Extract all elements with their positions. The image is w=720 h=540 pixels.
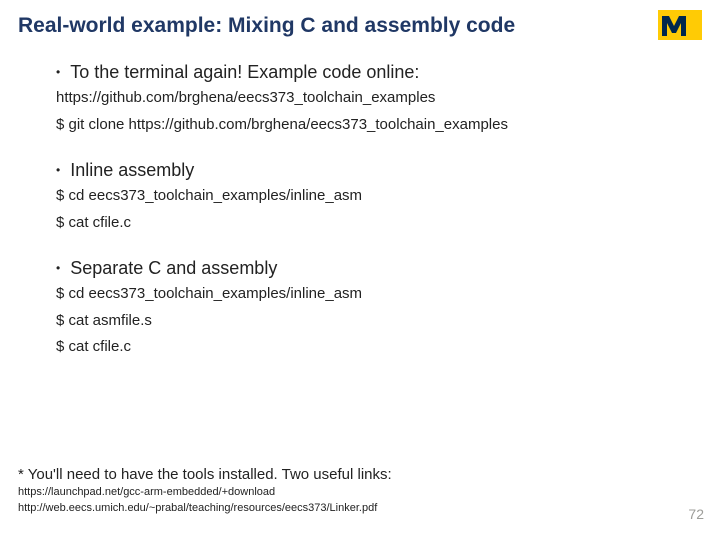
bullet-text: Inline assembly — [70, 160, 194, 181]
list-item: • Separate C and assembly $ cd eecs373_t… — [40, 258, 690, 359]
bullet-list: • To the terminal again! Example code on… — [40, 62, 690, 359]
footnote-text: * You'll need to have the tools installe… — [18, 466, 392, 483]
list-item: • Inline assembly $ cd eecs373_toolchain… — [40, 160, 690, 234]
sub-line: $ cat cfile.c — [56, 212, 690, 235]
footnote-link: https://launchpad.net/gcc-arm-embedded/+… — [18, 485, 392, 500]
sub-line: $ cd eecs373_toolchain_examples/inline_a… — [56, 283, 690, 306]
sub-line: $ cat cfile.c — [56, 336, 690, 359]
footnote: * You'll need to have the tools installe… — [18, 466, 392, 516]
slide: Real-world example: Mixing C and assembl… — [0, 0, 720, 540]
bullet-text: Separate C and assembly — [70, 258, 277, 279]
slide-title: Real-world example: Mixing C and assembl… — [18, 14, 515, 38]
list-item: • To the terminal again! Example code on… — [40, 62, 690, 136]
bullet-icon: • — [56, 262, 60, 274]
bullet-icon: • — [56, 66, 60, 78]
footnote-link: http://web.eecs.umich.edu/~prabal/teachi… — [18, 501, 392, 516]
content-area: • To the terminal again! Example code on… — [40, 62, 690, 383]
page-number: 72 — [688, 506, 704, 522]
bullet-row: • Separate C and assembly — [56, 258, 690, 279]
sub-line: $ cd eecs373_toolchain_examples/inline_a… — [56, 185, 690, 208]
sub-line: https://github.com/brghena/eecs373_toolc… — [56, 87, 690, 110]
bullet-row: • To the terminal again! Example code on… — [56, 62, 690, 83]
logo — [658, 10, 702, 45]
sub-line: $ cat asmfile.s — [56, 310, 690, 333]
bullet-icon: • — [56, 164, 60, 176]
bullet-row: • Inline assembly — [56, 160, 690, 181]
footnote-links: https://launchpad.net/gcc-arm-embedded/+… — [18, 485, 392, 516]
bullet-text: To the terminal again! Example code onli… — [70, 62, 419, 83]
sub-line: $ git clone https://github.com/brghena/e… — [56, 114, 690, 137]
